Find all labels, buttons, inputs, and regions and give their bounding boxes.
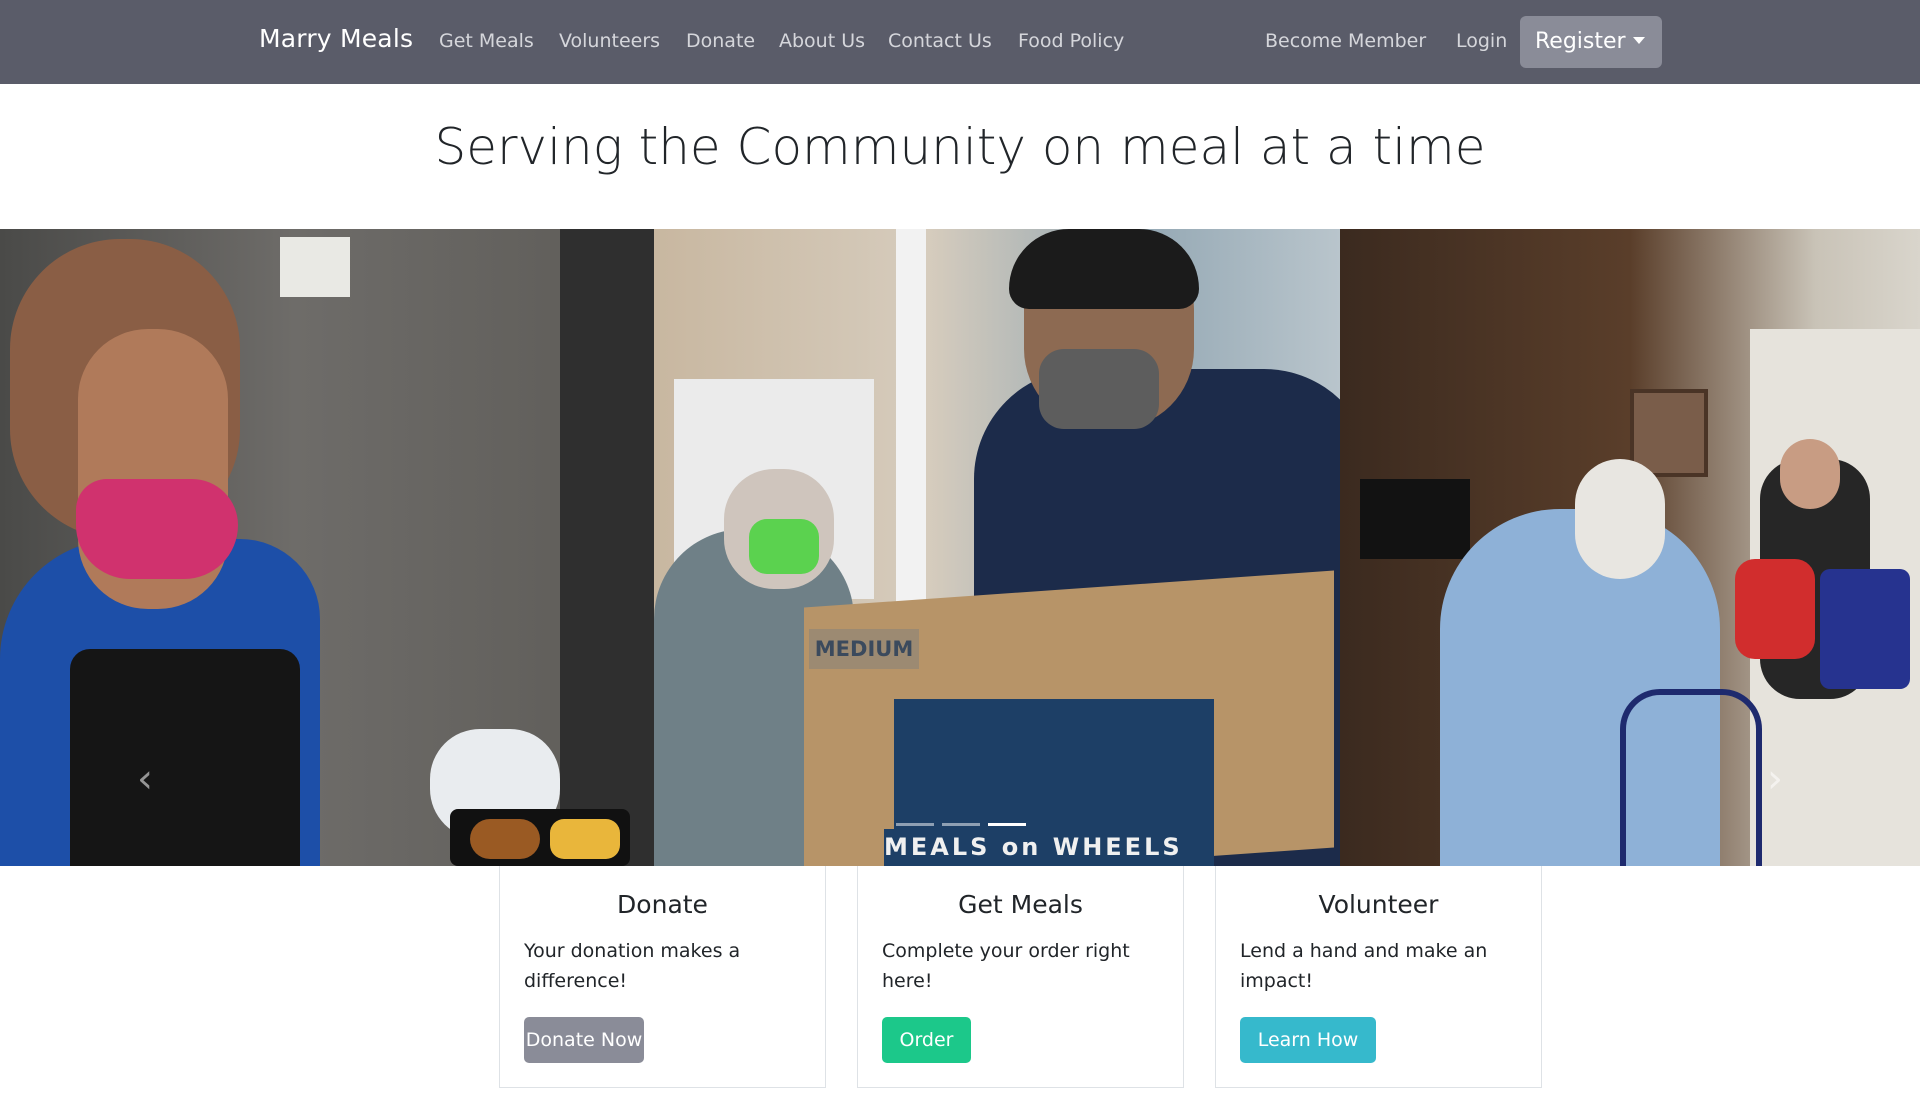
donate-card-text: Your donation makes a difference! bbox=[524, 940, 741, 992]
carousel-next-icon[interactable]: › bbox=[1755, 749, 1795, 809]
volunteer-card-text: Lend a hand and make an impact! bbox=[1240, 940, 1488, 992]
brand-logo[interactable]: Marry Meals bbox=[259, 24, 413, 53]
donate-now-button[interactable]: Donate Now bbox=[524, 1017, 644, 1063]
nav-get-meals[interactable]: Get Meals bbox=[439, 30, 534, 52]
carousel-indicator-3[interactable] bbox=[988, 823, 1026, 826]
nav-become-member[interactable]: Become Member bbox=[1265, 30, 1426, 52]
page-headline: Serving the Community on meal at a time bbox=[434, 118, 1486, 176]
carousel-image-doorstep bbox=[1340, 229, 1920, 866]
carousel-indicator-1[interactable] bbox=[896, 823, 934, 826]
nav-contact-us[interactable]: Contact Us bbox=[888, 30, 992, 52]
nav-food-policy[interactable]: Food Policy bbox=[1018, 30, 1124, 52]
order-button[interactable]: Order bbox=[882, 1017, 971, 1063]
top-navbar: Marry Meals Get Meals Volunteers Donate … bbox=[0, 0, 1920, 84]
nav-donate[interactable]: Donate bbox=[686, 30, 755, 52]
volunteer-card-title: Volunteer bbox=[1318, 890, 1439, 919]
nav-volunteers[interactable]: Volunteers bbox=[559, 30, 660, 52]
learn-how-button[interactable]: Learn How bbox=[1240, 1017, 1376, 1063]
box-brand: MEALS on WHEELS bbox=[884, 829, 1214, 866]
nav-about-us[interactable]: About Us bbox=[779, 30, 865, 52]
hero-carousel[interactable]: MEDIUM MEALS on WHEELS ‹ › bbox=[0, 229, 1920, 866]
get-meals-card: Get Meals Complete your order right here… bbox=[857, 866, 1184, 1088]
carousel-image-meal-delivery: MEDIUM MEALS on WHEELS bbox=[654, 229, 1340, 866]
volunteer-card: Volunteer Lend a hand and make an impact… bbox=[1215, 866, 1542, 1088]
get-meals-card-text: Complete your order right here! bbox=[882, 940, 1130, 992]
carousel-prev-icon[interactable]: ‹ bbox=[125, 749, 165, 809]
register-dropdown-button[interactable]: Register bbox=[1520, 16, 1662, 68]
caret-down-icon bbox=[1632, 36, 1645, 44]
box-label: MEDIUM bbox=[809, 629, 919, 669]
register-label: Register bbox=[1535, 29, 1626, 54]
get-meals-card-title: Get Meals bbox=[958, 890, 1083, 919]
nav-login[interactable]: Login bbox=[1456, 30, 1507, 52]
carousel-indicator-2[interactable] bbox=[942, 823, 980, 826]
donate-card-title: Donate bbox=[617, 890, 708, 919]
carousel-image-kitchen-volunteer bbox=[0, 229, 654, 866]
donate-card: Donate Your donation makes a difference!… bbox=[499, 866, 826, 1088]
